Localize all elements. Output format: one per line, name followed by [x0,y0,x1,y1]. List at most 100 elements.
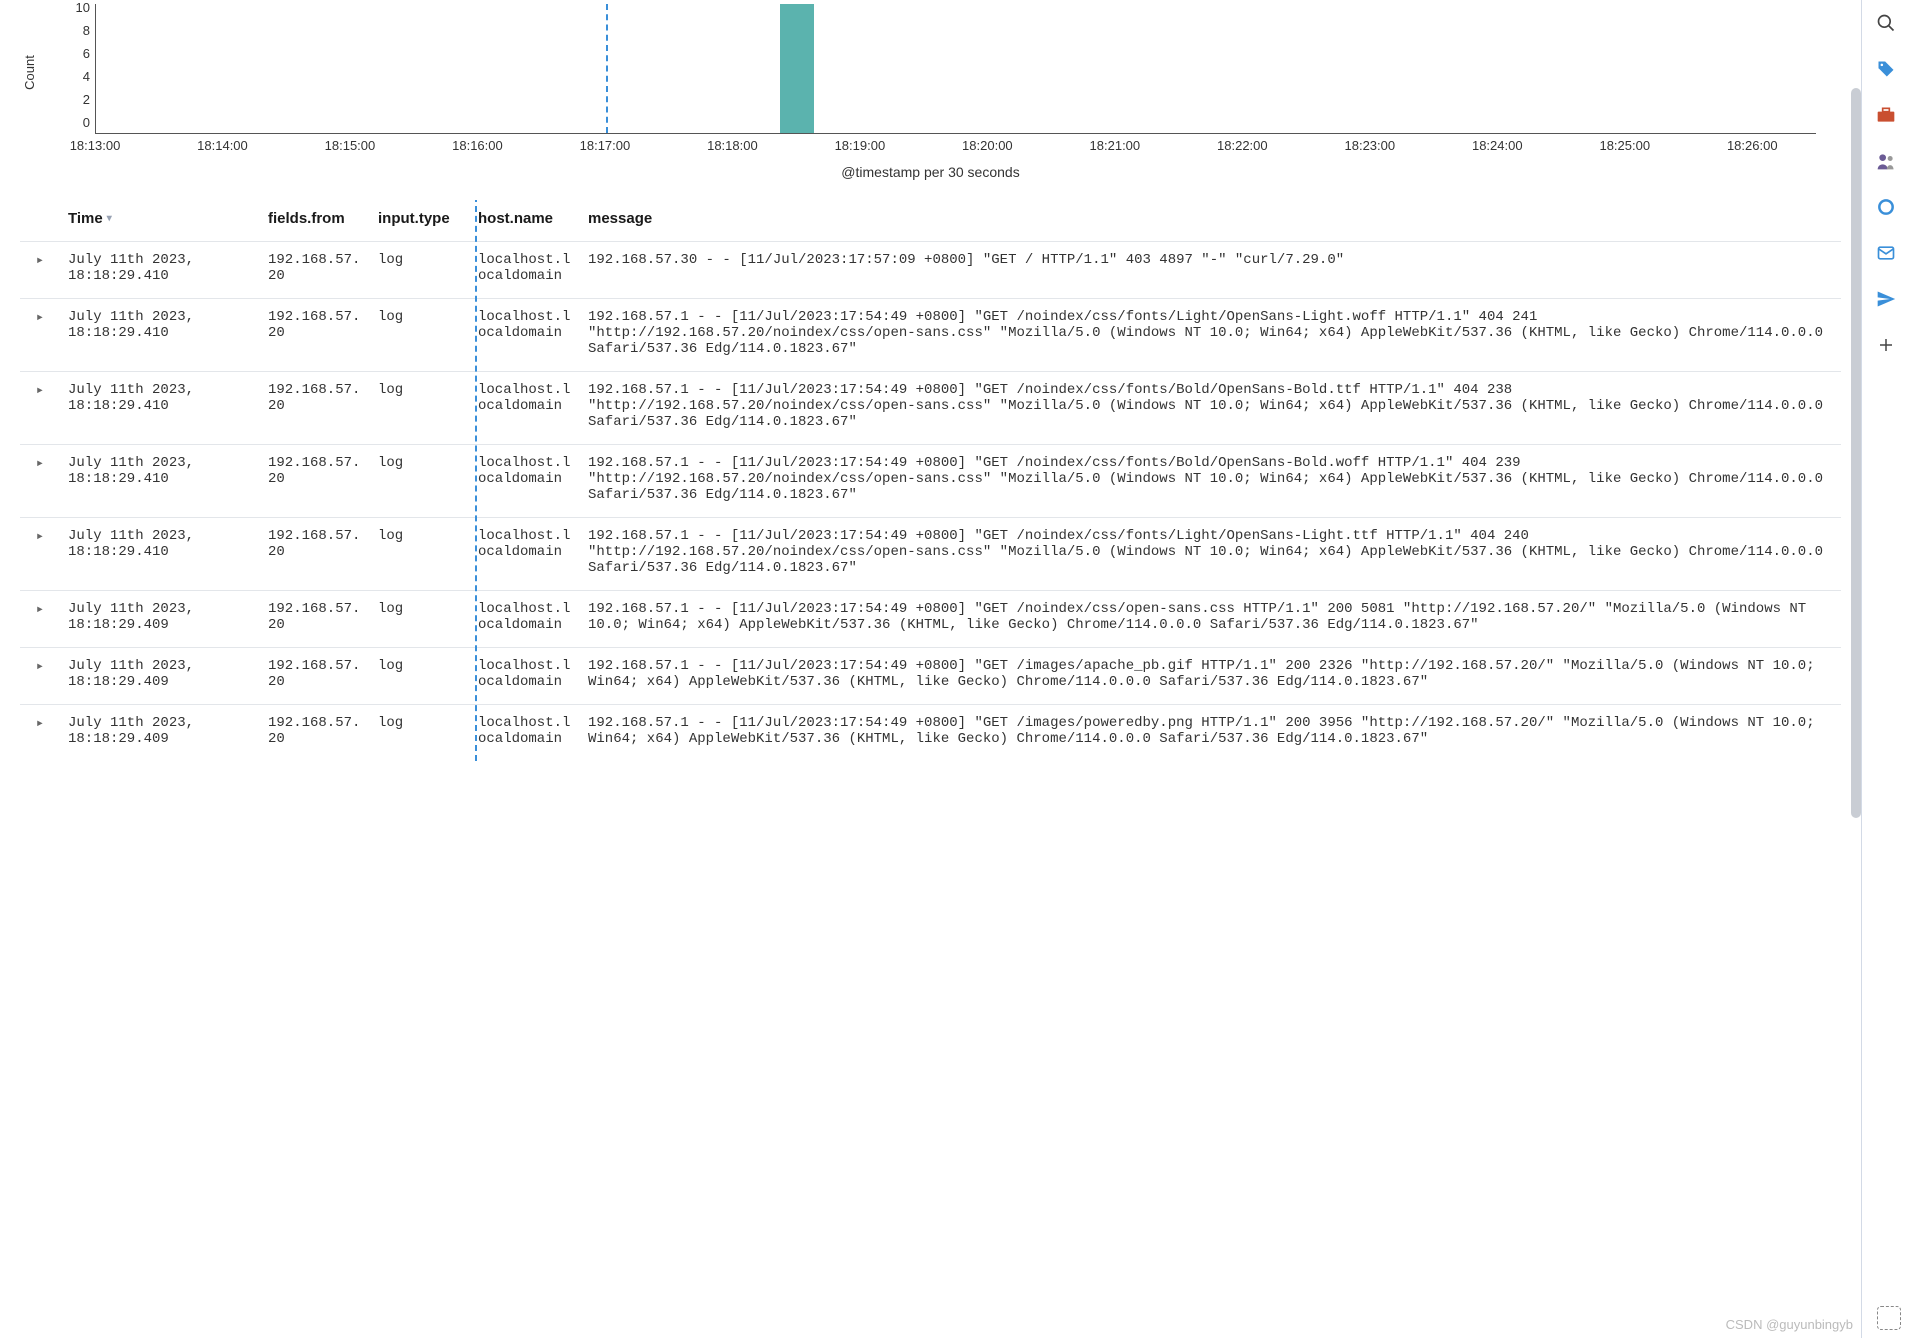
chart-ytick: 2 [83,92,90,107]
chart-ytick: 8 [83,23,90,38]
circle-icon[interactable] [1875,196,1897,218]
chart-xtick: 18:18:00 [707,138,758,153]
chart-plot-area[interactable] [95,4,1816,134]
vertical-scrollbar-track[interactable] [1851,88,1861,818]
cell-message: 192.168.57.1 - - [11/Jul/2023:17:54:49 +… [580,591,1841,648]
cell-message: 192.168.57.1 - - [11/Jul/2023:17:54:49 +… [580,299,1841,372]
cell-time: July 11th 2023, 18:18:29.410 [60,242,260,299]
cell-message: 192.168.57.1 - - [11/Jul/2023:17:54:49 +… [580,372,1841,445]
chart-ylabel: Count [22,55,37,90]
expand-column-header [20,200,60,242]
cell-from: 192.168.57.20 [260,518,370,591]
type-column-header[interactable]: input.type [370,200,470,242]
cell-type: log [370,445,470,518]
table-row: ▸July 11th 2023, 18:18:29.410192.168.57.… [20,518,1841,591]
chart-xtick: 18:19:00 [835,138,886,153]
chart-xtick: 18:15:00 [325,138,376,153]
cell-type: log [370,299,470,372]
cell-message: 192.168.57.1 - - [11/Jul/2023:17:54:49 +… [580,445,1841,518]
chart-xtick: 18:26:00 [1727,138,1778,153]
time-column-header[interactable]: Time ▾ [60,200,260,242]
search-icon[interactable] [1875,12,1897,34]
cell-from: 192.168.57.20 [260,705,370,762]
time-range-marker [606,4,608,133]
tag-icon[interactable] [1875,58,1897,80]
chart-bar[interactable] [780,4,814,133]
expand-row-button[interactable]: ▸ [20,648,60,705]
chart-ytick: 4 [83,69,90,84]
expand-row-button[interactable]: ▸ [20,705,60,762]
cell-type: log [370,705,470,762]
table-row: ▸July 11th 2023, 18:18:29.409192.168.57.… [20,591,1841,648]
cell-host: localhost.localdomain [470,299,580,372]
cell-time: July 11th 2023, 18:18:29.410 [60,445,260,518]
expand-row-button[interactable]: ▸ [20,372,60,445]
log-table-container: Time ▾ fields.from input.type host.name … [20,200,1841,761]
chart-xtick: 18:14:00 [197,138,248,153]
plus-icon[interactable] [1875,334,1897,356]
cell-message: 192.168.57.1 - - [11/Jul/2023:17:54:49 +… [580,648,1841,705]
cell-type: log [370,591,470,648]
cell-time: July 11th 2023, 18:18:29.410 [60,372,260,445]
chart-xtick: 18:16:00 [452,138,503,153]
cell-message: 192.168.57.1 - - [11/Jul/2023:17:54:49 +… [580,518,1841,591]
cell-from: 192.168.57.20 [260,242,370,299]
chart-xtick: 18:25:00 [1599,138,1650,153]
message-column-header[interactable]: message [580,200,1841,242]
cell-from: 192.168.57.20 [260,591,370,648]
cell-from: 192.168.57.20 [260,299,370,372]
screenshot-snip-icon[interactable] [1877,1306,1901,1330]
expand-row-button[interactable]: ▸ [20,242,60,299]
table-row: ▸July 11th 2023, 18:18:29.409192.168.57.… [20,705,1841,762]
expand-row-button[interactable]: ▸ [20,445,60,518]
chart-ytick: 6 [83,46,90,61]
cell-time: July 11th 2023, 18:18:29.410 [60,299,260,372]
expand-row-button[interactable]: ▸ [20,299,60,372]
cell-time: July 11th 2023, 18:18:29.409 [60,705,260,762]
cell-host: localhost.localdomain [470,705,580,762]
mail-icon[interactable] [1875,242,1897,264]
sort-desc-icon: ▾ [107,213,112,224]
chart-ytick: 0 [83,115,90,130]
cell-host: localhost.localdomain [470,591,580,648]
cell-message: 192.168.57.1 - - [11/Jul/2023:17:54:49 +… [580,705,1841,762]
watermark-text: CSDN @guyunbingyb [1726,1317,1853,1332]
host-column-header[interactable]: host.name [470,200,580,242]
cell-host: localhost.localdomain [470,242,580,299]
cell-from: 192.168.57.20 [260,372,370,445]
briefcase-icon[interactable] [1875,104,1897,126]
cell-time: July 11th 2023, 18:18:29.410 [60,518,260,591]
expand-row-button[interactable]: ▸ [20,518,60,591]
time-column-label: Time [68,210,103,227]
cell-from: 192.168.57.20 [260,445,370,518]
table-row: ▸July 11th 2023, 18:18:29.410192.168.57.… [20,242,1841,299]
chart-xtick: 18:13:00 [70,138,121,153]
table-row: ▸July 11th 2023, 18:18:29.410192.168.57.… [20,299,1841,372]
cell-type: log [370,372,470,445]
cell-host: localhost.localdomain [470,648,580,705]
table-header-row: Time ▾ fields.from input.type host.name … [20,200,1841,242]
people-icon[interactable] [1875,150,1897,172]
table-row: ▸July 11th 2023, 18:18:29.410192.168.57.… [20,372,1841,445]
right-toolbar [1861,0,1909,1338]
cell-type: log [370,518,470,591]
table-row: ▸July 11th 2023, 18:18:29.409192.168.57.… [20,648,1841,705]
chart-xtick: 18:20:00 [962,138,1013,153]
vertical-scrollbar-thumb[interactable] [1851,88,1861,818]
cell-type: log [370,242,470,299]
chart-xaxis: 18:13:0018:14:0018:15:0018:16:0018:17:00… [95,138,1816,158]
cell-time: July 11th 2023, 18:18:29.409 [60,591,260,648]
chart-xtick: 18:21:00 [1090,138,1141,153]
chart-xtick: 18:17:00 [580,138,631,153]
cell-host: localhost.localdomain [470,445,580,518]
cell-type: log [370,648,470,705]
histogram-chart[interactable]: Count 1086420 18:13:0018:14:0018:15:0018… [20,0,1841,180]
send-icon[interactable] [1875,288,1897,310]
cell-from: 192.168.57.20 [260,648,370,705]
cell-host: localhost.localdomain [470,518,580,591]
chart-xtick: 18:24:00 [1472,138,1523,153]
from-column-header[interactable]: fields.from [260,200,370,242]
table-row: ▸July 11th 2023, 18:18:29.410192.168.57.… [20,445,1841,518]
expand-row-button[interactable]: ▸ [20,591,60,648]
cell-host: localhost.localdomain [470,372,580,445]
